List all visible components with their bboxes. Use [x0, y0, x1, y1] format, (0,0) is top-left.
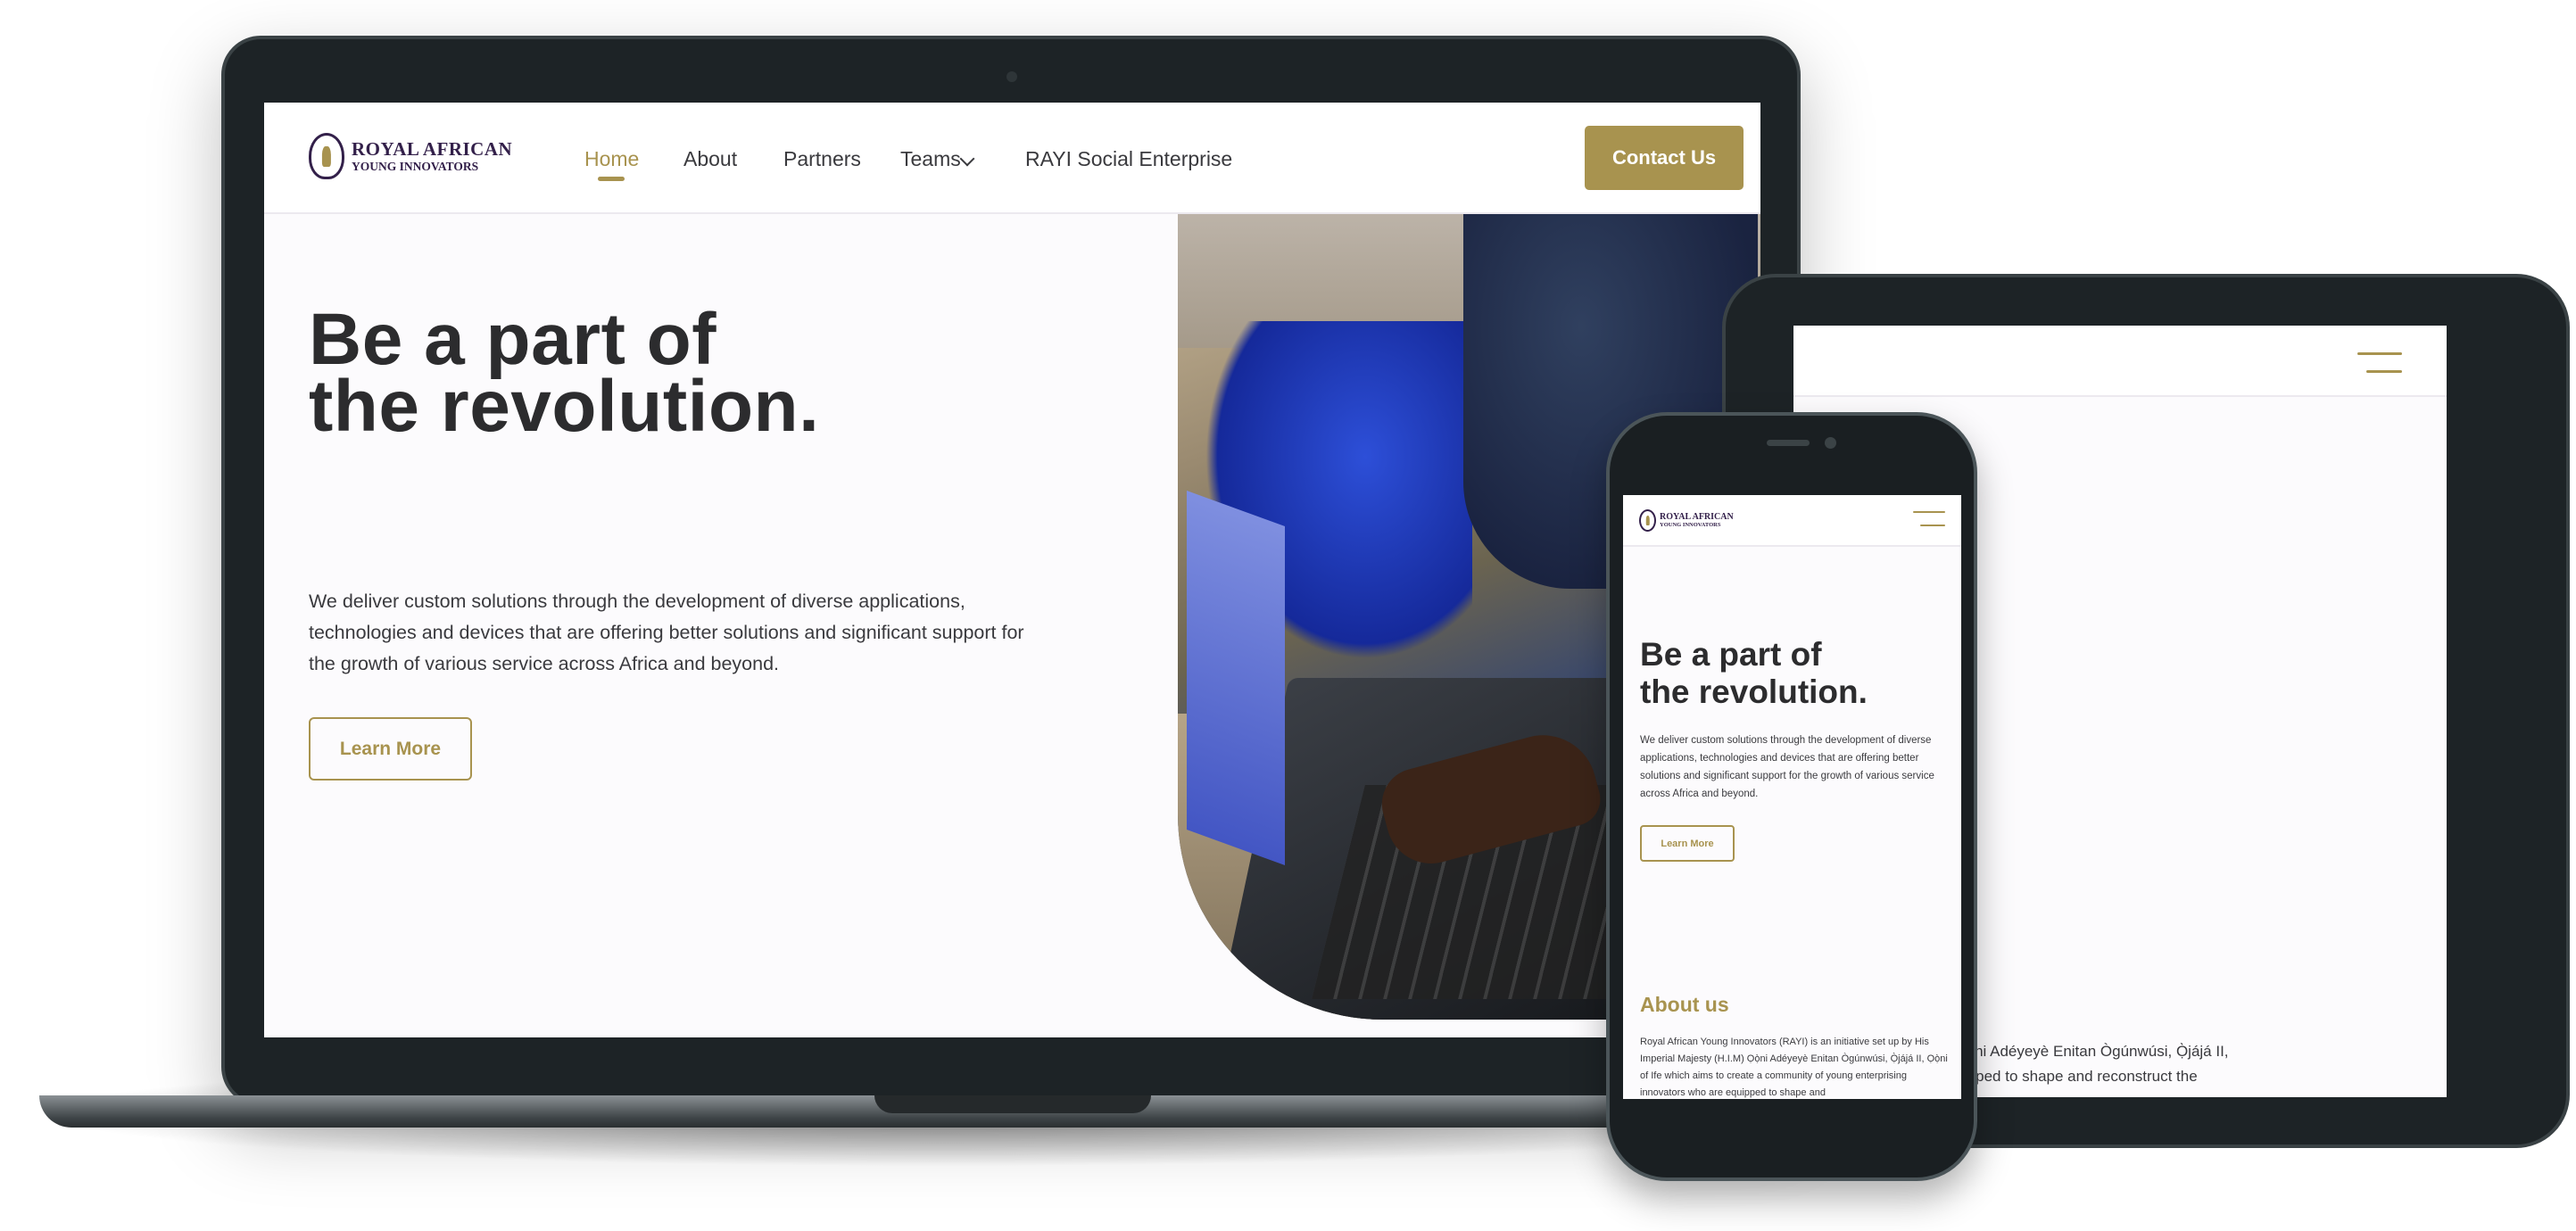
hero-title: Be a part of the revolution.: [309, 299, 1112, 447]
hero-title-line2: the revolution.: [309, 366, 820, 447]
laptop-notch: [874, 1095, 1151, 1113]
logo-line2: YOUNG INNOVATORS: [352, 159, 479, 173]
about-us-heading: About us: [1640, 993, 1729, 1016]
laptop-screen: ROYAL AFRICAN YOUNG INNOVATORS Home Abou…: [264, 103, 1760, 1037]
phone-logo-line2: YOUNG INNOVATORS: [1660, 521, 1721, 528]
hero-title-line1: Be a part of: [309, 299, 717, 380]
phone-logo-line1: ROYAL AFRICAN: [1660, 511, 1734, 522]
hamburger-menu-icon[interactable]: [2357, 352, 2402, 374]
nav-link-home[interactable]: Home: [584, 147, 639, 171]
device-mockup-stage: ROYAL AFRICAN YOUNG INNOVATORS Home Abou…: [0, 0, 2576, 1231]
logo-text: ROYAL AFRICAN YOUNG INNOVATORS: [352, 137, 513, 173]
hamburger-menu-icon[interactable]: [1913, 511, 1945, 527]
logo-emblem-icon: [1639, 509, 1656, 532]
phone-header: ROYAL AFRICAN YOUNG INNOVATORS: [1623, 495, 1961, 547]
hero-image-laptop-screen: [1187, 490, 1285, 866]
nav-link-partners[interactable]: Partners: [783, 147, 861, 171]
about-us-text: Royal African Young Innovators (RAYI) is…: [1640, 1037, 1948, 1098]
logo-line1: ROYAL AFRICAN: [352, 137, 513, 160]
camera-icon: [1825, 437, 1836, 449]
tablet-header: [1793, 326, 2447, 397]
contact-us-button[interactable]: Contact Us: [1585, 126, 1744, 190]
phone-learn-more-button[interactable]: Learn More: [1640, 825, 1735, 862]
nav-active-underline: [598, 177, 625, 181]
site-logo[interactable]: ROYAL AFRICAN YOUNG INNOVATORS: [309, 133, 512, 179]
speaker-icon: [1767, 440, 1810, 446]
phone-hero-description: We deliver custom solutions through the …: [1640, 735, 1934, 799]
site-header: ROYAL AFRICAN YOUNG INNOVATORS Home Abou…: [264, 103, 1760, 214]
nav-link-rayi-social-enterprise[interactable]: RAYI Social Enterprise: [1025, 147, 1232, 171]
phone-hero-title-line2: the revolution.: [1640, 673, 1868, 710]
phone-screen: ROYAL AFRICAN YOUNG INNOVATORS Be a part…: [1623, 495, 1961, 1099]
phone-site-logo[interactable]: ROYAL AFRICAN YOUNG INNOVATORS: [1639, 509, 1734, 532]
logo-emblem-icon: [309, 133, 344, 179]
nav-link-teams[interactable]: Teams: [900, 147, 961, 171]
hero-description: We deliver custom solutions through the …: [309, 591, 1024, 674]
phone-hero-title: Be a part of the revolution.: [1640, 636, 1952, 711]
chevron-down-icon[interactable]: [959, 151, 975, 167]
learn-more-button[interactable]: Learn More: [309, 717, 472, 781]
phone-hero-title-line1: Be a part of: [1640, 636, 1822, 673]
nav-link-about[interactable]: About: [683, 147, 737, 171]
laptop-camera-icon: [1006, 71, 1017, 82]
phone-logo-text: ROYAL AFRICAN YOUNG INNOVATORS: [1660, 511, 1734, 529]
